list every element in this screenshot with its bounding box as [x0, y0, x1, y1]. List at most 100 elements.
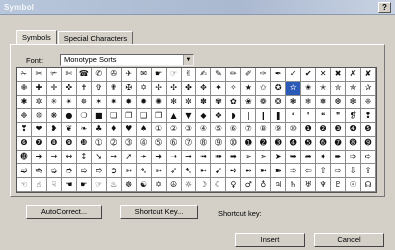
symbol-cell[interactable]: ➽: [271, 164, 287, 179]
symbol-cell[interactable]: ☛: [76, 178, 92, 192]
symbol-cell[interactable]: ✸: [121, 95, 137, 110]
tab-special-characters[interactable]: Special Characters: [57, 31, 134, 45]
symbol-cell[interactable]: ◆: [196, 109, 212, 124]
symbol-cell[interactable]: ❺: [361, 123, 376, 137]
tab-symbols[interactable]: Symbols: [16, 30, 57, 45]
symbol-cell[interactable]: ❣: [17, 123, 32, 137]
symbol-cell[interactable]: ➘: [91, 150, 107, 165]
symbol-cell[interactable]: ❾: [61, 136, 77, 151]
symbol-cell[interactable]: ➪: [361, 150, 376, 165]
symbol-cell[interactable]: ⇩: [346, 164, 362, 179]
symbol-cell[interactable]: ☜: [17, 178, 32, 192]
symbol-cell[interactable]: ✘: [361, 68, 376, 82]
symbol-cell[interactable]: ✤: [181, 81, 197, 96]
symbol-cell[interactable]: ✚: [31, 81, 47, 96]
symbol-cell[interactable]: ❊: [31, 109, 47, 124]
symbol-cell[interactable]: ✥: [196, 81, 212, 96]
symbol-cell[interactable]: ➈: [211, 136, 227, 151]
symbol-cell[interactable]: ➅: [166, 136, 182, 151]
symbol-cell[interactable]: ☼: [181, 178, 197, 192]
symbol-cell[interactable]: ❤: [31, 123, 47, 137]
symbol-cell[interactable]: ✟: [106, 81, 122, 96]
symbol-cell[interactable]: ■: [91, 109, 107, 124]
symbol-cell[interactable]: ♆: [316, 178, 332, 192]
symbol-cell[interactable]: ❐: [121, 109, 137, 124]
autocorrect-button[interactable]: AutoCorrect...: [26, 205, 102, 219]
symbol-cell[interactable]: ➨: [331, 150, 347, 165]
symbol-cell[interactable]: ✑: [256, 68, 272, 82]
symbol-cell[interactable]: ❇: [346, 95, 362, 110]
symbol-cell[interactable]: ♄: [286, 178, 302, 192]
symbol-cell[interactable]: ➬: [31, 164, 47, 179]
symbol-cell[interactable]: ➱: [91, 164, 107, 179]
symbol-cell[interactable]: ❉: [17, 109, 32, 124]
symbol-cell[interactable]: ♂: [241, 178, 257, 192]
symbol-cell[interactable]: ♅: [301, 178, 317, 192]
symbol-cell[interactable]: ❢: [361, 109, 376, 124]
symbol-cell[interactable]: ❷: [316, 123, 332, 137]
symbol-cell[interactable]: ③: [181, 123, 197, 137]
symbol-cell[interactable]: ❡: [346, 109, 362, 124]
symbol-cell[interactable]: ❃: [286, 95, 302, 110]
symbol-cell[interactable]: ⇧: [316, 164, 332, 179]
symbol-cell[interactable]: ⇦: [301, 164, 317, 179]
symbol-cell[interactable]: ✕: [316, 68, 332, 82]
symbol-cell[interactable]: ✐: [241, 68, 257, 82]
symbol-cell[interactable]: ➄: [151, 136, 167, 151]
symbol-cell[interactable]: ✽: [196, 95, 212, 110]
symbol-cell[interactable]: ☊: [361, 178, 376, 192]
symbol-cell[interactable]: ❘: [241, 109, 257, 124]
symbol-cell[interactable]: ☚: [61, 178, 77, 192]
symbol-cell[interactable]: ✞: [91, 81, 107, 96]
symbol-cell[interactable]: ➎: [301, 136, 317, 151]
symbol-cell[interactable]: ⇪: [361, 164, 376, 179]
symbol-cell[interactable]: ❂: [271, 95, 287, 110]
symbol-cell[interactable]: ②: [166, 123, 182, 137]
symbol-cell[interactable]: ❋: [46, 109, 62, 124]
symbol-cell[interactable]: ⑧: [256, 123, 272, 137]
symbol-cell[interactable]: ✍: [196, 68, 212, 82]
symbol-cell[interactable]: ➹: [211, 164, 227, 179]
symbol-cell[interactable]: ✼: [181, 95, 197, 110]
symbol-cell[interactable]: ➺: [226, 164, 242, 179]
symbol-cell[interactable]: ✗: [346, 68, 362, 82]
symbol-cell[interactable]: ✬: [301, 81, 317, 96]
symbol-cell[interactable]: ➯: [76, 164, 92, 179]
symbol-cell[interactable]: ❄: [301, 95, 317, 110]
symbol-cell[interactable]: ➲: [106, 164, 122, 179]
symbol-cell[interactable]: ★: [241, 81, 257, 96]
symbol-cell[interactable]: ➟: [196, 150, 212, 165]
symbol-cell[interactable]: ✭: [316, 81, 332, 96]
chevron-down-icon[interactable]: ▼: [183, 55, 193, 65]
symbol-cell[interactable]: ☞: [166, 68, 182, 82]
symbol-cell[interactable]: ✫: [286, 81, 302, 96]
symbol-cell[interactable]: ✡: [136, 81, 152, 96]
symbol-cell[interactable]: ➛: [136, 150, 152, 165]
symbol-cell[interactable]: ❽: [46, 136, 62, 151]
symbol-cell[interactable]: ☯: [136, 178, 152, 192]
symbol-cell[interactable]: ✪: [271, 81, 287, 96]
symbol-cell[interactable]: ↔: [61, 150, 77, 165]
symbol-cell[interactable]: ☛: [151, 68, 167, 82]
symbol-cell[interactable]: ♇: [331, 178, 347, 192]
symbol-cell[interactable]: ✹: [136, 95, 152, 110]
symbol-cell[interactable]: ✩: [256, 81, 272, 96]
symbol-cell[interactable]: ➦: [301, 150, 317, 165]
symbol-cell[interactable]: ➆: [181, 136, 197, 151]
symbol-cell[interactable]: ✁: [17, 68, 32, 82]
symbol-cell[interactable]: ♦: [106, 123, 122, 137]
symbol-cell[interactable]: ❶: [301, 123, 317, 137]
symbol-cell[interactable]: ❍: [76, 109, 92, 124]
symbol-cell[interactable]: ❜: [301, 109, 317, 124]
symbol-cell[interactable]: ♃: [271, 178, 287, 192]
symbol-cell[interactable]: ❦: [61, 123, 77, 137]
symbol-cell[interactable]: ➐: [331, 136, 347, 151]
symbol-cell[interactable]: ➭: [46, 164, 62, 179]
symbol-cell[interactable]: ❁: [256, 95, 272, 110]
symbol-cell[interactable]: ➓: [17, 150, 32, 165]
font-select[interactable]: Monotype Sorts ▼: [60, 54, 194, 66]
symbol-cell[interactable]: ❝: [316, 109, 332, 124]
symbol-cell[interactable]: ✖: [331, 68, 347, 82]
symbol-cell[interactable]: ❞: [331, 109, 347, 124]
symbol-cell[interactable]: ❿: [76, 136, 92, 151]
